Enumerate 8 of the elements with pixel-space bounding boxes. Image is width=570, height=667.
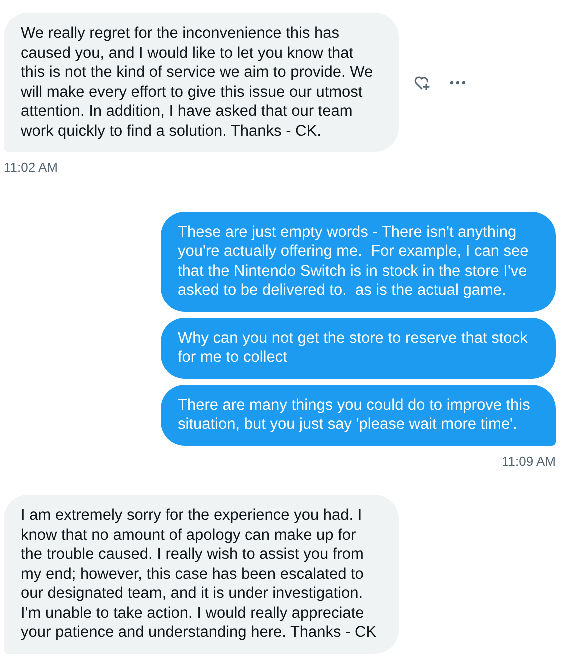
timestamp: 11:09 AM xyxy=(502,452,556,470)
message-bubble: We really regret for the inconvenience this has caused you, and I would like to let you know that this is not the kind of service we aim to provide. We will make every effort to give this issue our utmost attention. In addition, I have asked that our team work quickly to find a solution. Thanks - CK. xyxy=(4,13,399,152)
message-bubble: There are many things you could do to improve this situation, but you just say 'please wait more time'. xyxy=(161,384,556,446)
timestamp: 11:02 AM xyxy=(4,159,58,177)
message-bubble: I am extremely sorry for the experience you had. I know that no amount of apology can make up for the trouble caused. I really wish to assist you from my end; however, this case has been escalated to our designated team, and it is under investigation. I'm unable to take action. I would really appreciate your patience and understanding here. Thanks - CK xyxy=(4,495,399,654)
message-bubble: Why can you not get the store to reserve that stock for me to collect xyxy=(161,318,556,378)
message-bubble: These are just empty words - There isn't anything you're actually offering me. For example, I can see that the Nintendo Switch is in stock in the store I've asked to be delivered to. as is the actual game. xyxy=(161,212,556,312)
more-icon[interactable] xyxy=(449,80,467,86)
